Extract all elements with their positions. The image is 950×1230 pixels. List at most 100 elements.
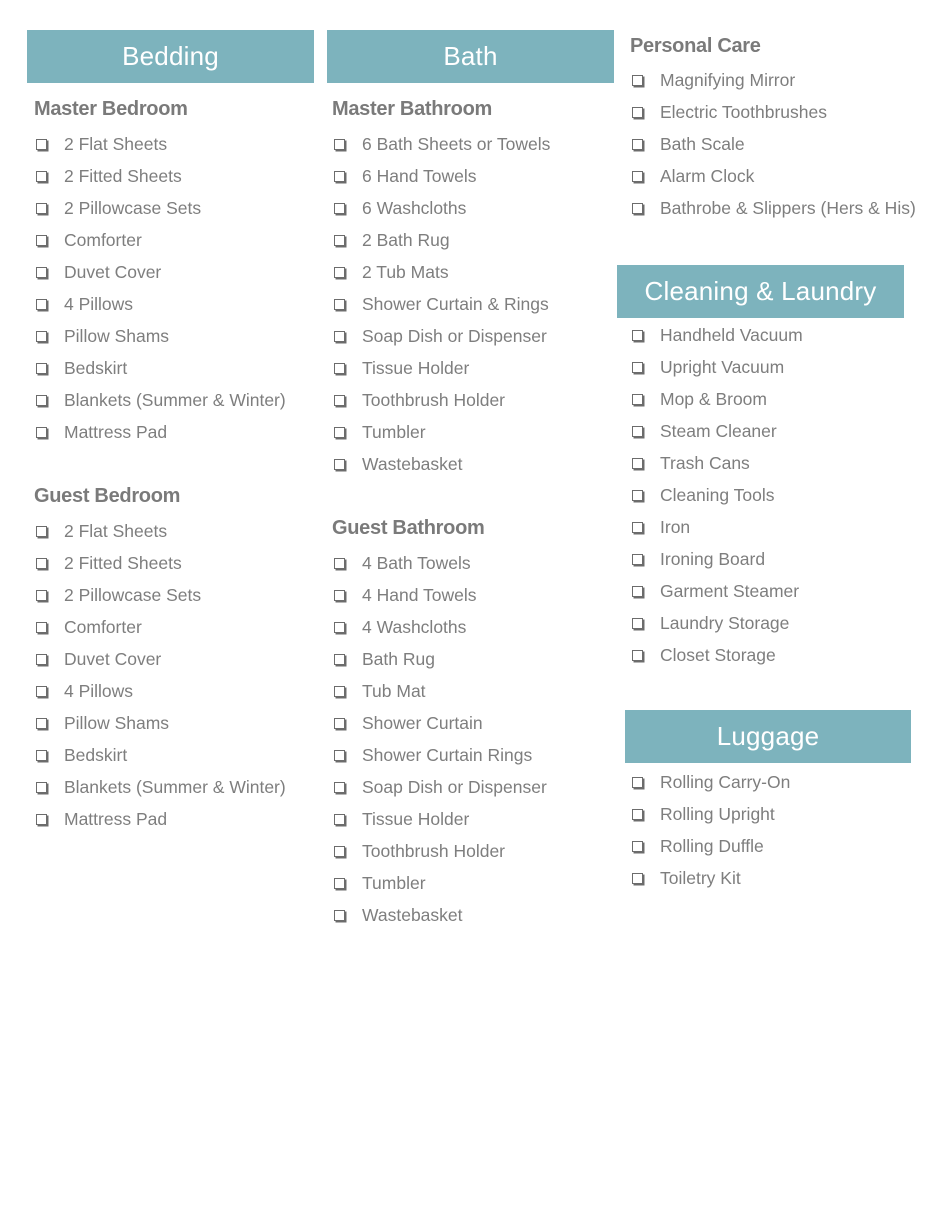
checklist-item[interactable]: 2 Pillowcase Sets [34, 579, 286, 611]
checklist-item[interactable]: Mattress Pad [34, 416, 286, 448]
checkbox-square-icon[interactable] [632, 138, 643, 150]
checkbox-square-icon[interactable] [36, 266, 47, 278]
checkbox-square-icon[interactable] [36, 330, 47, 342]
checkbox-square-icon[interactable] [334, 458, 345, 470]
checkbox-square-icon[interactable] [334, 266, 345, 278]
checkbox-square-icon[interactable] [36, 525, 47, 537]
checkbox-square-icon[interactable] [36, 717, 47, 729]
checklist-item[interactable]: 2 Fitted Sheets [34, 547, 286, 579]
checkbox-square-icon[interactable] [632, 329, 643, 341]
checklist-item[interactable]: 6 Washcloths [332, 192, 550, 224]
checklist-item[interactable]: Bath Scale [630, 128, 916, 160]
checkbox-square-icon[interactable] [632, 106, 643, 118]
checkbox-square-icon[interactable] [334, 909, 345, 921]
checkbox-square-icon[interactable] [632, 489, 643, 501]
checkbox-square-icon[interactable] [632, 808, 643, 820]
checkbox-square-icon[interactable] [36, 170, 47, 182]
checklist-item[interactable]: Soap Dish or Dispenser [332, 771, 547, 803]
checklist-item[interactable]: Electric Toothbrushes [630, 96, 916, 128]
checkbox-square-icon[interactable] [36, 362, 47, 374]
checklist-item[interactable]: Steam Cleaner [630, 415, 803, 447]
checkbox-square-icon[interactable] [36, 138, 47, 150]
checkbox-square-icon[interactable] [334, 234, 345, 246]
checklist-item[interactable]: 2 Flat Sheets [34, 515, 286, 547]
checklist-item[interactable]: Tumbler [332, 416, 550, 448]
checkbox-square-icon[interactable] [632, 361, 643, 373]
checklist-item[interactable]: Comforter [34, 224, 286, 256]
checklist-item[interactable]: Duvet Cover [34, 643, 286, 675]
checkbox-square-icon[interactable] [334, 621, 345, 633]
checklist-item[interactable]: Wastebasket [332, 448, 550, 480]
checklist-item[interactable]: Trash Cans [630, 447, 803, 479]
checkbox-square-icon[interactable] [632, 649, 643, 661]
checklist-item[interactable]: Bath Rug [332, 643, 547, 675]
checklist-item[interactable]: Closet Storage [630, 639, 803, 671]
checkbox-square-icon[interactable] [36, 202, 47, 214]
checkbox-square-icon[interactable] [36, 234, 47, 246]
checkbox-square-icon[interactable] [36, 557, 47, 569]
checklist-item[interactable]: 2 Bath Rug [332, 224, 550, 256]
checklist-item[interactable]: Ironing Board [630, 543, 803, 575]
checklist-item[interactable]: Cleaning Tools [630, 479, 803, 511]
checkbox-square-icon[interactable] [334, 298, 345, 310]
checklist-item[interactable]: Pillow Shams [34, 707, 286, 739]
checkbox-square-icon[interactable] [334, 749, 345, 761]
checklist-item[interactable]: Toothbrush Holder [332, 384, 550, 416]
checkbox-square-icon[interactable] [632, 202, 643, 214]
checklist-item[interactable]: Toiletry Kit [630, 862, 790, 894]
checklist-item[interactable]: 4 Pillows [34, 675, 286, 707]
checklist-item[interactable]: 6 Bath Sheets or Towels [332, 128, 550, 160]
checkbox-square-icon[interactable] [36, 813, 47, 825]
checkbox-square-icon[interactable] [334, 653, 345, 665]
checkbox-square-icon[interactable] [36, 685, 47, 697]
checklist-item[interactable]: Mattress Pad [34, 803, 286, 835]
checklist-item[interactable]: Alarm Clock [630, 160, 916, 192]
checklist-item[interactable]: Bedskirt [34, 352, 286, 384]
checkbox-square-icon[interactable] [36, 653, 47, 665]
checklist-item[interactable]: Upright Vacuum [630, 351, 803, 383]
checkbox-square-icon[interactable] [334, 170, 345, 182]
checkbox-square-icon[interactable] [334, 394, 345, 406]
checklist-item[interactable]: Pillow Shams [34, 320, 286, 352]
checkbox-square-icon[interactable] [632, 425, 643, 437]
checklist-item[interactable]: Mop & Broom [630, 383, 803, 415]
checklist-item[interactable]: Tissue Holder [332, 803, 547, 835]
checkbox-square-icon[interactable] [632, 840, 643, 852]
checklist-item[interactable]: Shower Curtain Rings [332, 739, 547, 771]
checklist-item[interactable]: Rolling Carry-On [630, 766, 790, 798]
checkbox-square-icon[interactable] [334, 557, 345, 569]
checkbox-square-icon[interactable] [334, 330, 345, 342]
checkbox-square-icon[interactable] [632, 617, 643, 629]
checklist-item[interactable]: Tub Mat [332, 675, 547, 707]
checkbox-square-icon[interactable] [632, 393, 643, 405]
checkbox-square-icon[interactable] [36, 298, 47, 310]
checklist-item[interactable]: Wastebasket [332, 899, 547, 931]
checklist-item[interactable]: Handheld Vacuum [630, 319, 803, 351]
checkbox-square-icon[interactable] [334, 813, 345, 825]
checklist-item[interactable]: 4 Hand Towels [332, 579, 547, 611]
checkbox-square-icon[interactable] [632, 521, 643, 533]
checkbox-square-icon[interactable] [334, 717, 345, 729]
checklist-item[interactable]: Tissue Holder [332, 352, 550, 384]
checkbox-square-icon[interactable] [36, 781, 47, 793]
checkbox-square-icon[interactable] [36, 749, 47, 761]
checkbox-square-icon[interactable] [334, 202, 345, 214]
checklist-item[interactable]: Tumbler [332, 867, 547, 899]
checklist-item[interactable]: 4 Pillows [34, 288, 286, 320]
checkbox-square-icon[interactable] [632, 74, 643, 86]
checkbox-square-icon[interactable] [632, 170, 643, 182]
checklist-item[interactable]: 2 Fitted Sheets [34, 160, 286, 192]
checkbox-square-icon[interactable] [334, 781, 345, 793]
checklist-item[interactable]: 6 Hand Towels [332, 160, 550, 192]
checklist-item[interactable]: Magnifying Mirror [630, 64, 916, 96]
checkbox-square-icon[interactable] [334, 589, 345, 601]
checklist-item[interactable]: Bathrobe & Slippers (Hers & His) [630, 192, 916, 224]
checklist-item[interactable]: Rolling Duffle [630, 830, 790, 862]
checkbox-square-icon[interactable] [334, 138, 345, 150]
checklist-item[interactable]: Comforter [34, 611, 286, 643]
checklist-item[interactable]: Soap Dish or Dispenser [332, 320, 550, 352]
checkbox-square-icon[interactable] [334, 426, 345, 438]
checkbox-square-icon[interactable] [334, 877, 345, 889]
checkbox-square-icon[interactable] [36, 621, 47, 633]
checklist-item[interactable]: 2 Tub Mats [332, 256, 550, 288]
